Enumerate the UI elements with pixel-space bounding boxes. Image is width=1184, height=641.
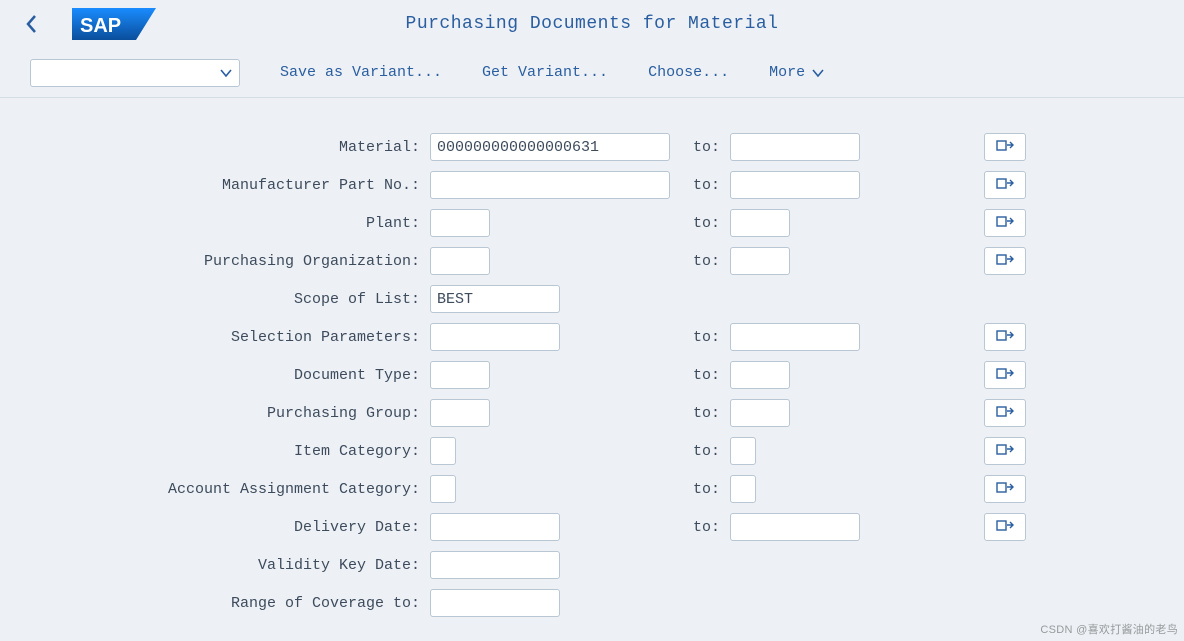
multiple-selection-icon [996,404,1014,423]
input-plant-to[interactable] [730,209,790,237]
label-range_cov: Range of Coverage to: [30,595,430,612]
label-purch_group: Purchasing Group: [30,405,430,422]
field-row-deliv_date: Delivery Date: to: [30,508,1154,546]
to-label-purch_group: to: [693,405,720,422]
input-item_cat-from[interactable] [430,437,456,465]
multiple-selection-sel_params[interactable] [984,323,1026,351]
more-button[interactable]: More [769,64,825,81]
multiple-selection-material[interactable] [984,133,1026,161]
watermark-text: CSDN @喜欢打酱油的老鸟 [1040,621,1178,637]
multiple-selection-icon [996,366,1014,385]
label-validity_date: Validity Key Date: [30,557,430,574]
input-doc_type-from[interactable] [430,361,490,389]
input-range_cov-from[interactable] [430,589,560,617]
toolbar: Save as Variant... Get Variant... Choose… [0,48,1184,98]
input-purch_org-to[interactable] [730,247,790,275]
more-label: More [769,64,805,81]
chevron-down-icon [811,68,825,78]
input-material-from[interactable] [430,133,670,161]
label-purch_org: Purchasing Organization: [30,253,430,270]
field-row-range_cov: Range of Coverage to: [30,584,1154,622]
label-item_cat: Item Category: [30,443,430,460]
field-row-purch_org: Purchasing Organization: to: [30,242,1154,280]
multiple-selection-icon [996,480,1014,499]
chevron-left-icon [25,14,39,34]
to-label-material: to: [693,139,720,156]
input-material-to[interactable] [730,133,860,161]
input-acct_assign-to[interactable] [730,475,756,503]
field-row-material: Material: to: [30,128,1154,166]
multiple-selection-plant[interactable] [984,209,1026,237]
input-purch_group-to[interactable] [730,399,790,427]
to-label-mfr_part: to: [693,177,720,194]
field-row-sel_params: Selection Parameters: to: [30,318,1154,356]
chevron-down-icon [219,68,233,78]
field-row-item_cat: Item Category: to: [30,432,1154,470]
sap-logo: SAP [72,4,158,44]
input-deliv_date-from[interactable] [430,513,560,541]
field-row-plant: Plant: to: [30,204,1154,242]
multiple-selection-doc_type[interactable] [984,361,1026,389]
label-sel_params: Selection Parameters: [30,329,430,346]
multiple-selection-icon [996,214,1014,233]
sap-logo-icon: SAP [72,4,158,44]
input-scope_list-from[interactable] [430,285,560,313]
field-row-acct_assign: Account Assignment Category: to: [30,470,1154,508]
input-purch_group-from[interactable] [430,399,490,427]
multiple-selection-purch_org[interactable] [984,247,1026,275]
to-label-purch_org: to: [693,253,720,270]
field-row-mfr_part: Manufacturer Part No.: to: [30,166,1154,204]
label-material: Material: [30,139,430,156]
field-row-scope_list: Scope of List: [30,280,1154,318]
multiple-selection-icon [996,252,1014,271]
input-purch_org-from[interactable] [430,247,490,275]
to-label-acct_assign: to: [693,481,720,498]
label-scope_list: Scope of List: [30,291,430,308]
header-bar: SAP Purchasing Documents for Material [0,0,1184,48]
multiple-selection-deliv_date[interactable] [984,513,1026,541]
field-row-purch_group: Purchasing Group: to: [30,394,1154,432]
get-variant-button[interactable]: Get Variant... [482,64,608,81]
label-doc_type: Document Type: [30,367,430,384]
field-row-doc_type: Document Type: to: [30,356,1154,394]
multiple-selection-purch_group[interactable] [984,399,1026,427]
multiple-selection-icon [996,328,1014,347]
multiple-selection-icon [996,138,1014,157]
svg-text:SAP: SAP [80,15,121,37]
input-mfr_part-to[interactable] [730,171,860,199]
choose-button[interactable]: Choose... [648,64,729,81]
label-plant: Plant: [30,215,430,232]
multiple-selection-icon [996,176,1014,195]
selection-form: Material:to:Manufacturer Part No.:to:Pla… [0,98,1184,622]
input-sel_params-to[interactable] [730,323,860,351]
page-title: Purchasing Documents for Material [406,14,779,34]
to-label-doc_type: to: [693,367,720,384]
input-deliv_date-to[interactable] [730,513,860,541]
input-acct_assign-from[interactable] [430,475,456,503]
input-mfr_part-from[interactable] [430,171,670,199]
multiple-selection-icon [996,518,1014,537]
input-sel_params-from[interactable] [430,323,560,351]
input-doc_type-to[interactable] [730,361,790,389]
field-row-validity_date: Validity Key Date: [30,546,1154,584]
variant-dropdown[interactable] [30,59,240,87]
to-label-plant: to: [693,215,720,232]
label-acct_assign: Account Assignment Category: [30,481,430,498]
multiple-selection-mfr_part[interactable] [984,171,1026,199]
to-label-deliv_date: to: [693,519,720,536]
input-item_cat-to[interactable] [730,437,756,465]
multiple-selection-item_cat[interactable] [984,437,1026,465]
input-validity_date-from[interactable] [430,551,560,579]
back-button[interactable] [12,4,52,44]
label-deliv_date: Delivery Date: [30,519,430,536]
multiple-selection-icon [996,442,1014,461]
input-plant-from[interactable] [430,209,490,237]
to-label-item_cat: to: [693,443,720,460]
to-label-sel_params: to: [693,329,720,346]
save-variant-button[interactable]: Save as Variant... [280,64,442,81]
multiple-selection-acct_assign[interactable] [984,475,1026,503]
label-mfr_part: Manufacturer Part No.: [30,177,430,194]
